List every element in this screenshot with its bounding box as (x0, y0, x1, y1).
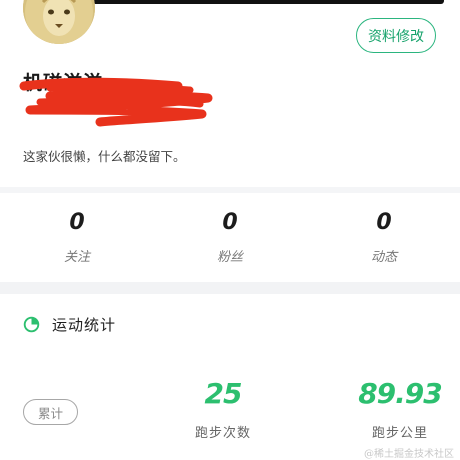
stat-posts[interactable]: 0 动态 (329, 193, 439, 267)
edit-profile-button[interactable]: 资料修改 (356, 18, 436, 53)
redaction-scribble (19, 77, 213, 127)
stats-row: 0 关注 0 粉丝 0 动态 (0, 193, 460, 279)
run-distance-label: 跑步公里 (371, 426, 428, 441)
run-count-value: 25 (204, 377, 243, 410)
stat-following-value: 0 (69, 210, 85, 235)
avatar[interactable] (23, 0, 95, 44)
watermark: @稀土掘金技术社区 (364, 449, 454, 460)
run-distance-value: 89.93 (358, 377, 443, 410)
lion-avatar-image (23, 0, 95, 44)
stat-posts-value: 0 (376, 210, 392, 235)
section-divider (0, 282, 460, 294)
run-count-metric: 25 跑步次数 (178, 377, 268, 443)
stat-following[interactable]: 0 关注 (22, 193, 132, 267)
stat-posts-label: 动态 (370, 250, 397, 265)
stat-followers[interactable]: 0 粉丝 (175, 193, 285, 267)
stat-following-label: 关注 (63, 250, 90, 265)
pie-chart-icon (23, 316, 40, 332)
stat-followers-value: 0 (222, 210, 238, 235)
run-distance-metric: 89.93 跑步公里 (350, 377, 450, 443)
run-count-label: 跑步次数 (194, 426, 251, 441)
bio-text: 这家伙很懒，什么都没留下。 (23, 149, 186, 164)
cover-bar (90, 0, 444, 4)
section-title: 运动统计 (52, 315, 117, 334)
stat-followers-label: 粉丝 (216, 250, 243, 265)
cumulative-filter-button[interactable]: 累计 (23, 399, 78, 425)
sports-stats-header: 运动统计 (23, 312, 116, 336)
